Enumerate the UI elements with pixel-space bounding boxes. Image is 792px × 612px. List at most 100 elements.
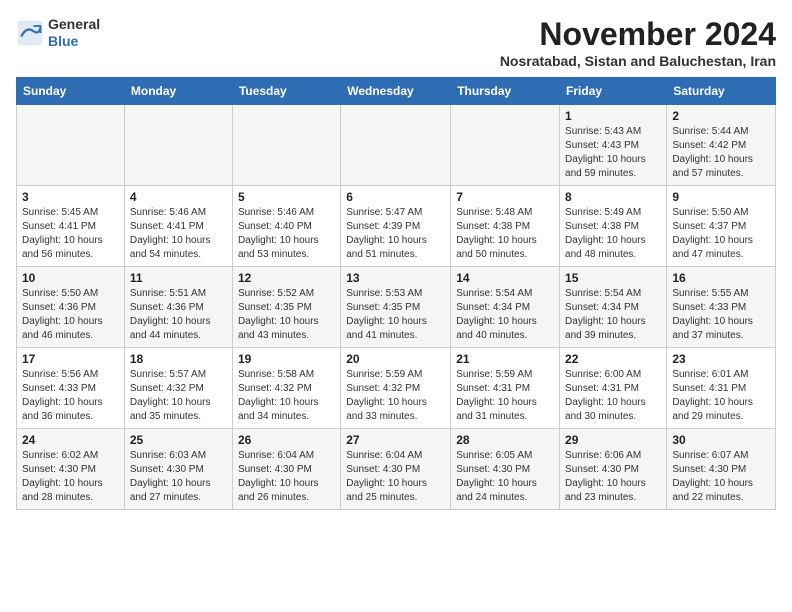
calendar-cell: 18 Sunrise: 5:57 AM Sunset: 4:32 PM Dayli… — [124, 348, 232, 429]
day-info: Sunrise: 5:58 AM Sunset: 4:32 PM Dayligh… — [238, 368, 335, 424]
calendar-cell: 3 Sunrise: 5:45 AM Sunset: 4:41 PM Daylig… — [17, 186, 125, 267]
calendar-cell — [451, 105, 560, 186]
calendar-cell: 23 Sunrise: 6:01 AM Sunset: 4:31 PM Dayli… — [667, 348, 776, 429]
day-info: Sunrise: 5:45 AM Sunset: 4:41 PM Dayligh… — [22, 206, 119, 262]
calendar-cell — [232, 105, 340, 186]
day-info: Sunrise: 5:47 AM Sunset: 4:39 PM Dayligh… — [346, 206, 445, 262]
day-number: 14 — [456, 271, 554, 285]
day-number: 3 — [22, 190, 119, 204]
week-row-4: 24 Sunrise: 6:02 AM Sunset: 4:30 PM Dayli… — [17, 429, 776, 510]
calendar-cell — [341, 105, 451, 186]
day-number: 17 — [22, 352, 119, 366]
day-info: Sunrise: 5:59 AM Sunset: 4:31 PM Dayligh… — [456, 368, 554, 424]
day-number: 24 — [22, 433, 119, 447]
header-thursday: Thursday — [451, 78, 560, 105]
day-info: Sunrise: 5:50 AM Sunset: 4:36 PM Dayligh… — [22, 287, 119, 343]
logo: General Blue — [16, 16, 100, 50]
day-info: Sunrise: 5:49 AM Sunset: 4:38 PM Dayligh… — [565, 206, 661, 262]
day-info: Sunrise: 5:48 AM Sunset: 4:38 PM Dayligh… — [456, 206, 554, 262]
day-info: Sunrise: 5:54 AM Sunset: 4:34 PM Dayligh… — [456, 287, 554, 343]
day-number: 28 — [456, 433, 554, 447]
day-info: Sunrise: 5:54 AM Sunset: 4:34 PM Dayligh… — [565, 287, 661, 343]
day-number: 18 — [130, 352, 227, 366]
day-number: 7 — [456, 190, 554, 204]
day-info: Sunrise: 5:46 AM Sunset: 4:41 PM Dayligh… — [130, 206, 227, 262]
month-title: November 2024 — [500, 16, 776, 53]
logo-text: General Blue — [48, 16, 100, 50]
calendar-cell: 6 Sunrise: 5:47 AM Sunset: 4:39 PM Daylig… — [341, 186, 451, 267]
header-wednesday: Wednesday — [341, 78, 451, 105]
title-block: November 2024 Nosratabad, Sistan and Bal… — [500, 16, 776, 69]
calendar-cell — [17, 105, 125, 186]
calendar-cell: 22Sunrise: 6:00 AM Sunset: 4:31 PM Dayli… — [560, 348, 667, 429]
calendar-cell: 19 Sunrise: 5:58 AM Sunset: 4:32 PM Dayli… — [232, 348, 340, 429]
day-info: Sunrise: 6:02 AM Sunset: 4:30 PM Dayligh… — [22, 449, 119, 505]
day-number: 21 — [456, 352, 554, 366]
day-info: Sunrise: 5:57 AM Sunset: 4:32 PM Dayligh… — [130, 368, 227, 424]
calendar-cell: 12 Sunrise: 5:52 AM Sunset: 4:35 PM Dayli… — [232, 267, 340, 348]
day-number: 15 — [565, 271, 661, 285]
week-row-3: 17Sunrise: 5:56 AM Sunset: 4:33 PM Dayli… — [17, 348, 776, 429]
calendar-cell: 14 Sunrise: 5:54 AM Sunset: 4:34 PM Dayli… — [451, 267, 560, 348]
day-number: 29 — [565, 433, 661, 447]
calendar-cell: 24 Sunrise: 6:02 AM Sunset: 4:30 PM Dayli… — [17, 429, 125, 510]
header-sunday: Sunday — [17, 78, 125, 105]
day-number: 1 — [565, 109, 661, 123]
day-info: Sunrise: 5:50 AM Sunset: 4:37 PM Dayligh… — [672, 206, 770, 262]
day-number: 11 — [130, 271, 227, 285]
calendar-cell: 27Sunrise: 6:04 AM Sunset: 4:30 PM Dayli… — [341, 429, 451, 510]
calendar-cell: 4 Sunrise: 5:46 AM Sunset: 4:41 PM Daylig… — [124, 186, 232, 267]
calendar-cell: 15 Sunrise: 5:54 AM Sunset: 4:34 PM Dayli… — [560, 267, 667, 348]
location-title: Nosratabad, Sistan and Baluchestan, Iran — [500, 53, 776, 69]
day-info: Sunrise: 5:53 AM Sunset: 4:35 PM Dayligh… — [346, 287, 445, 343]
page-header: General Blue November 2024 Nosratabad, S… — [16, 16, 776, 69]
logo-icon — [16, 19, 44, 47]
day-info: Sunrise: 6:04 AM Sunset: 4:30 PM Dayligh… — [238, 449, 335, 505]
header-friday: Friday — [560, 78, 667, 105]
day-info: Sunrise: 6:07 AM Sunset: 4:30 PM Dayligh… — [672, 449, 770, 505]
day-number: 16 — [672, 271, 770, 285]
week-row-2: 10 Sunrise: 5:50 AM Sunset: 4:36 PM Dayli… — [17, 267, 776, 348]
day-info: Sunrise: 5:59 AM Sunset: 4:32 PM Dayligh… — [346, 368, 445, 424]
day-info: Sunrise: 6:06 AM Sunset: 4:30 PM Dayligh… — [565, 449, 661, 505]
calendar-cell: 5Sunrise: 5:46 AM Sunset: 4:40 PM Daylig… — [232, 186, 340, 267]
day-number: 22 — [565, 352, 661, 366]
day-number: 4 — [130, 190, 227, 204]
day-info: Sunrise: 5:43 AM Sunset: 4:43 PM Dayligh… — [565, 125, 661, 181]
day-number: 8 — [565, 190, 661, 204]
header-tuesday: Tuesday — [232, 78, 340, 105]
day-info: Sunrise: 5:51 AM Sunset: 4:36 PM Dayligh… — [130, 287, 227, 343]
day-info: Sunrise: 5:52 AM Sunset: 4:35 PM Dayligh… — [238, 287, 335, 343]
calendar-body: 1 Sunrise: 5:43 AM Sunset: 4:43 PM Daylig… — [17, 105, 776, 510]
calendar-cell: 7 Sunrise: 5:48 AM Sunset: 4:38 PM Daylig… — [451, 186, 560, 267]
logo-line2: Blue — [48, 33, 100, 50]
day-number: 9 — [672, 190, 770, 204]
day-number: 12 — [238, 271, 335, 285]
logo-line1: General — [48, 16, 100, 33]
calendar-cell: 8 Sunrise: 5:49 AM Sunset: 4:38 PM Daylig… — [560, 186, 667, 267]
calendar-cell: 26 Sunrise: 6:04 AM Sunset: 4:30 PM Dayli… — [232, 429, 340, 510]
day-number: 27 — [346, 433, 445, 447]
day-number: 23 — [672, 352, 770, 366]
calendar-cell: 21 Sunrise: 5:59 AM Sunset: 4:31 PM Dayli… — [451, 348, 560, 429]
day-info: Sunrise: 6:05 AM Sunset: 4:30 PM Dayligh… — [456, 449, 554, 505]
calendar-cell: 11 Sunrise: 5:51 AM Sunset: 4:36 PM Dayli… — [124, 267, 232, 348]
header-saturday: Saturday — [667, 78, 776, 105]
calendar-cell: 28 Sunrise: 6:05 AM Sunset: 4:30 PM Dayli… — [451, 429, 560, 510]
day-number: 10 — [22, 271, 119, 285]
day-number: 2 — [672, 109, 770, 123]
calendar-cell: 16Sunrise: 5:55 AM Sunset: 4:33 PM Dayli… — [667, 267, 776, 348]
calendar-cell: 29 Sunrise: 6:06 AM Sunset: 4:30 PM Dayli… — [560, 429, 667, 510]
day-number: 20 — [346, 352, 445, 366]
day-number: 19 — [238, 352, 335, 366]
calendar-cell: 17Sunrise: 5:56 AM Sunset: 4:33 PM Dayli… — [17, 348, 125, 429]
calendar-cell: 10 Sunrise: 5:50 AM Sunset: 4:36 PM Dayli… — [17, 267, 125, 348]
calendar-cell: 20 Sunrise: 5:59 AM Sunset: 4:32 PM Dayli… — [341, 348, 451, 429]
calendar-cell: 25Sunrise: 6:03 AM Sunset: 4:30 PM Dayli… — [124, 429, 232, 510]
day-number: 26 — [238, 433, 335, 447]
day-number: 6 — [346, 190, 445, 204]
week-row-1: 3 Sunrise: 5:45 AM Sunset: 4:41 PM Daylig… — [17, 186, 776, 267]
calendar-table: SundayMondayTuesdayWednesdayThursdayFrid… — [16, 77, 776, 510]
day-info: Sunrise: 6:01 AM Sunset: 4:31 PM Dayligh… — [672, 368, 770, 424]
calendar-cell — [124, 105, 232, 186]
